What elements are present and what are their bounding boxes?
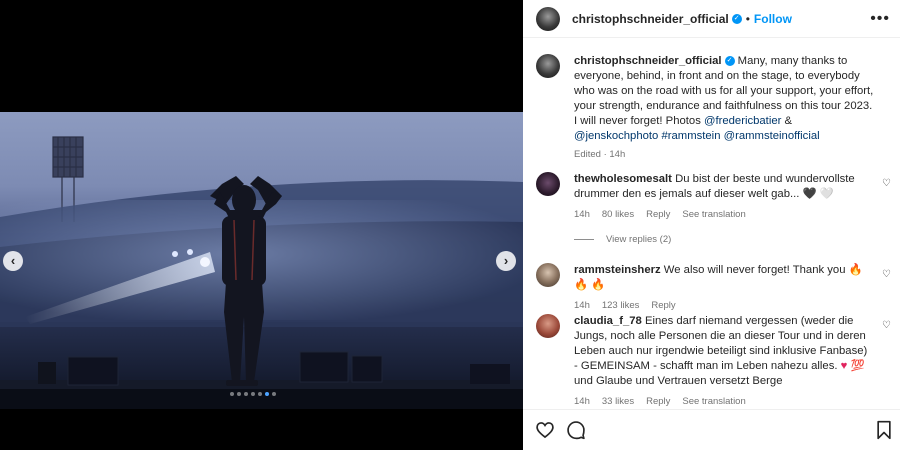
caption-avatar[interactable] bbox=[536, 54, 560, 78]
post-sidebar: christophschneider_official ✓ • Follow •… bbox=[523, 0, 900, 450]
carousel-prev-button[interactable]: ‹ bbox=[3, 251, 23, 271]
comment-time: 14h bbox=[574, 300, 590, 311]
comment-meta: 14h 80 likes Reply See translation bbox=[574, 209, 874, 220]
reply-button[interactable]: Reply bbox=[646, 396, 670, 407]
comment-time: 14h bbox=[574, 209, 590, 220]
caption-username[interactable]: christophschneider_official bbox=[574, 55, 722, 67]
view-replies-label: View replies (2) bbox=[606, 234, 672, 245]
comment-text-block: thewholesomesalt Du bist der beste und w… bbox=[574, 172, 874, 202]
chevron-right-icon: › bbox=[503, 253, 509, 268]
comment-username[interactable]: thewholesomesalt bbox=[574, 173, 672, 185]
mention-link[interactable]: @jenskochphoto bbox=[574, 130, 658, 142]
author-username[interactable]: christophschneider_official bbox=[572, 12, 729, 26]
chevron-left-icon: ‹ bbox=[10, 253, 16, 268]
carousel-dot bbox=[244, 392, 248, 396]
post-header: christophschneider_official ✓ • Follow •… bbox=[523, 0, 900, 38]
reply-button[interactable]: Reply bbox=[651, 300, 675, 311]
heart-icon[interactable]: ♡ bbox=[882, 320, 891, 331]
comment-meta: 14h 33 likes Reply See translation bbox=[574, 396, 874, 407]
comment-text-block: rammsteinsherz We also will never forget… bbox=[574, 263, 874, 293]
see-translation-button[interactable]: See translation bbox=[682, 396, 745, 407]
comment-text: We also will never forget! Thank you bbox=[663, 264, 846, 276]
caption-text-block: christophschneider_official ✓ Many, many … bbox=[574, 54, 874, 144]
concert-photo bbox=[0, 136, 523, 409]
carousel-next-button[interactable]: › bbox=[496, 251, 516, 271]
more-horizontal-icon[interactable]: ••• bbox=[870, 10, 890, 28]
comment-text-continued: und Glaube und Vertrauen versetzt Berge bbox=[574, 375, 783, 387]
commenter-avatar[interactable] bbox=[536, 263, 560, 287]
comment-icon[interactable] bbox=[566, 420, 586, 440]
carousel-dot bbox=[230, 392, 234, 396]
comment-likes[interactable]: 80 likes bbox=[602, 209, 634, 220]
see-translation-button[interactable]: See translation bbox=[682, 209, 745, 220]
caption-meta: Edited · 14h bbox=[574, 149, 874, 160]
comment-emoji: 🖤 🤍 bbox=[802, 188, 834, 200]
bookmark-icon[interactable] bbox=[875, 420, 893, 440]
heart-icon[interactable]: ♡ bbox=[882, 269, 891, 280]
carousel-dot bbox=[258, 392, 262, 396]
mention-link[interactable]: @fredericbatier bbox=[704, 115, 781, 127]
commenter-avatar[interactable] bbox=[536, 314, 560, 338]
comment-likes[interactable]: 33 likes bbox=[602, 396, 634, 407]
comment-item: thewholesomesalt Du bist der beste und w… bbox=[536, 172, 891, 220]
carousel-dot bbox=[272, 392, 276, 396]
comment-likes[interactable]: 123 likes bbox=[602, 300, 640, 311]
comments-section[interactable]: christophschneider_official ✓ Many, many … bbox=[523, 39, 900, 409]
reply-button[interactable]: Reply bbox=[646, 209, 670, 220]
view-replies-button[interactable]: View replies (2) bbox=[574, 234, 671, 245]
post-media: ‹ › bbox=[0, 0, 523, 450]
comment-item: claudia_f_78 Eines darf niemand vergesse… bbox=[536, 314, 891, 407]
follow-button[interactable]: Follow bbox=[754, 12, 792, 26]
comment-text-block: claudia_f_78 Eines darf niemand vergesse… bbox=[574, 314, 874, 389]
ampersand: & bbox=[784, 115, 793, 127]
hashtag-link[interactable]: #rammstein bbox=[661, 130, 720, 142]
replies-divider bbox=[574, 239, 594, 240]
comment-username[interactable]: rammsteinsherz bbox=[574, 264, 661, 276]
comment-time: 14h bbox=[574, 396, 590, 407]
post-photo[interactable] bbox=[0, 112, 523, 409]
mention-link[interactable]: @rammsteinofficial bbox=[724, 130, 820, 142]
author-avatar[interactable] bbox=[536, 6, 560, 31]
heart-icon[interactable]: ♡ bbox=[882, 178, 891, 189]
comment-username[interactable]: claudia_f_78 bbox=[574, 315, 642, 327]
heart-icon[interactable] bbox=[535, 420, 555, 440]
verified-badge-icon: ✓ bbox=[731, 13, 742, 24]
carousel-indicator bbox=[230, 392, 276, 396]
carousel-dot bbox=[251, 392, 255, 396]
caption: christophschneider_official ✓ Many, many … bbox=[536, 54, 891, 160]
comment-item: rammsteinsherz We also will never forget… bbox=[536, 263, 891, 311]
comment-meta: 14h 123 likes Reply bbox=[574, 300, 874, 311]
carousel-dot bbox=[265, 392, 269, 396]
caption-edited-time: Edited · 14h bbox=[574, 149, 626, 160]
post-actions bbox=[523, 409, 900, 450]
header-separator: • bbox=[745, 11, 750, 26]
verified-badge-icon: ✓ bbox=[724, 56, 735, 67]
comment-emoji: ♥ 💯 bbox=[840, 360, 865, 372]
carousel-dot bbox=[237, 392, 241, 396]
commenter-avatar[interactable] bbox=[536, 172, 560, 196]
